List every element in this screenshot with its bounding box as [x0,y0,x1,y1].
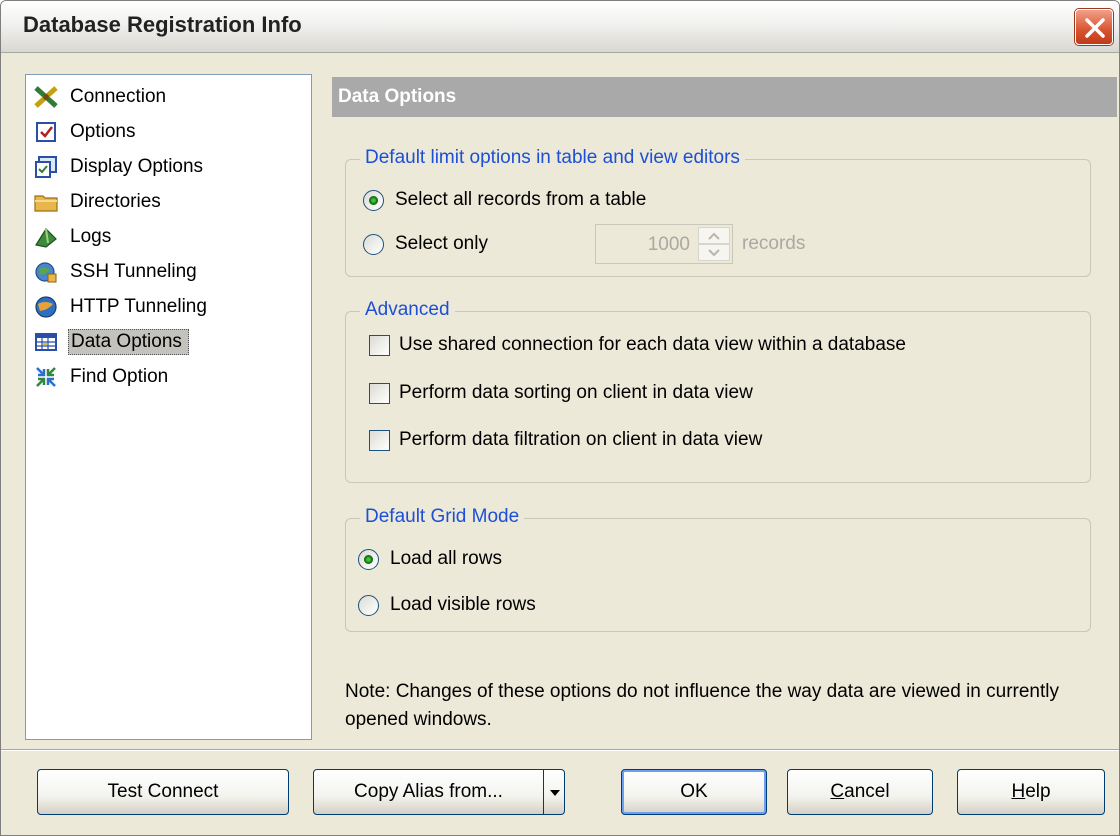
help-mnemonic: H [1011,781,1026,802]
folder-icon [34,195,58,212]
title-bar[interactable]: Database Registration Info [1,1,1119,53]
limit-options-legend: Default limit options in table and view … [360,147,745,169]
shared-connection-label[interactable]: Use shared connection for each data view… [399,334,906,356]
chevron-down-icon [708,249,720,257]
client-sorting-label[interactable]: Perform data sorting on client in data v… [399,382,753,404]
connection-icon [34,86,58,108]
nav-item-options[interactable]: Options [34,118,137,146]
spin-up-button[interactable] [698,227,730,244]
help-label: Help [1011,781,1050,803]
records-unit-label: records [742,233,806,254]
options-icon [36,122,56,142]
nav-label: Logs [70,226,112,247]
window-title: Database Registration Info [23,12,302,37]
http-tunneling-icon [35,296,57,318]
chevron-up-icon [708,232,720,240]
nav-item-ssh-tunneling[interactable]: SSH Tunneling [34,258,199,286]
cancel-mnemonic: C [830,781,845,802]
nav-label: Display Options [70,156,204,177]
nav-item-logs[interactable]: Logs [34,223,113,251]
select-all-records-label[interactable]: Select all records from a table [395,189,646,211]
help-label-rest: elp [1025,781,1051,802]
copy-alias-dropdown-button[interactable] [543,769,565,815]
select-only-label[interactable]: Select only [395,233,488,255]
load-all-rows-label[interactable]: Load all rows [390,548,502,570]
data-grid-icon [35,333,57,351]
client-sorting-checkbox[interactable] [369,383,390,404]
test-connect-label: Test Connect [107,781,219,802]
find-option-icon [36,367,56,387]
display-options-icon [35,156,57,178]
copy-alias-label: Copy Alias from... [354,781,503,802]
grid-mode-legend: Default Grid Mode [360,506,525,528]
close-button[interactable] [1075,9,1113,45]
load-visible-rows-label[interactable]: Load visible rows [390,594,536,616]
cancel-label: Cancel [830,781,889,803]
nav-label: Connection [70,86,167,107]
record-limit-value: 1000 [647,234,690,255]
nav-item-find-option[interactable]: Find Option [34,363,170,391]
nav-label: HTTP Tunneling [70,296,207,317]
spin-down-button[interactable] [698,244,730,261]
shared-connection-checkbox[interactable] [369,335,390,356]
dialog-window: Database Registration Info Connection Op… [0,0,1120,836]
record-limit-spinner[interactable]: 1000 [595,224,733,264]
ssh-tunneling-icon [35,262,57,283]
cancel-button[interactable]: Cancel [787,769,933,815]
nav-item-display-options[interactable]: Display Options [34,153,205,181]
nav-item-data-options[interactable]: Data Options [34,328,189,356]
ok-button[interactable]: OK [621,769,767,815]
client-filtration-label[interactable]: Perform data filtration on client in dat… [399,429,762,451]
load-all-rows-radio[interactable] [358,549,379,570]
select-only-radio[interactable] [363,234,384,255]
nav-label: Directories [70,191,161,212]
note-text: Note: Changes of these options do not in… [345,681,1059,730]
help-button[interactable]: Help [957,769,1105,815]
cancel-label-rest: ancel [844,781,890,802]
nav-item-http-tunneling[interactable]: HTTP Tunneling [34,293,209,321]
test-connect-button[interactable]: Test Connect [37,769,289,815]
close-icon [1085,18,1105,38]
ok-label: OK [680,781,708,802]
advanced-legend: Advanced [360,299,455,321]
chevron-down-icon [550,790,560,796]
section-header: Data Options [332,77,1117,117]
nav-item-connection[interactable]: Connection [34,83,168,111]
nav-label: Find Option [70,366,169,387]
section-title: Data Options [338,86,457,107]
spinner-arrows[interactable] [698,227,730,261]
client-filtration-checkbox[interactable] [369,430,390,451]
button-bar-separator [1,749,1119,751]
nav-label: SSH Tunneling [70,261,197,282]
load-visible-rows-radio[interactable] [358,595,379,616]
select-all-records-radio[interactable] [363,190,384,211]
nav-label: Options [70,121,136,142]
logs-icon [35,228,57,248]
nav-label: Data Options [68,329,189,355]
options-tree[interactable]: Connection Options Display Options Direc… [25,74,312,740]
copy-alias-button[interactable]: Copy Alias from... [313,769,544,815]
nav-item-directories[interactable]: Directories [34,188,163,216]
